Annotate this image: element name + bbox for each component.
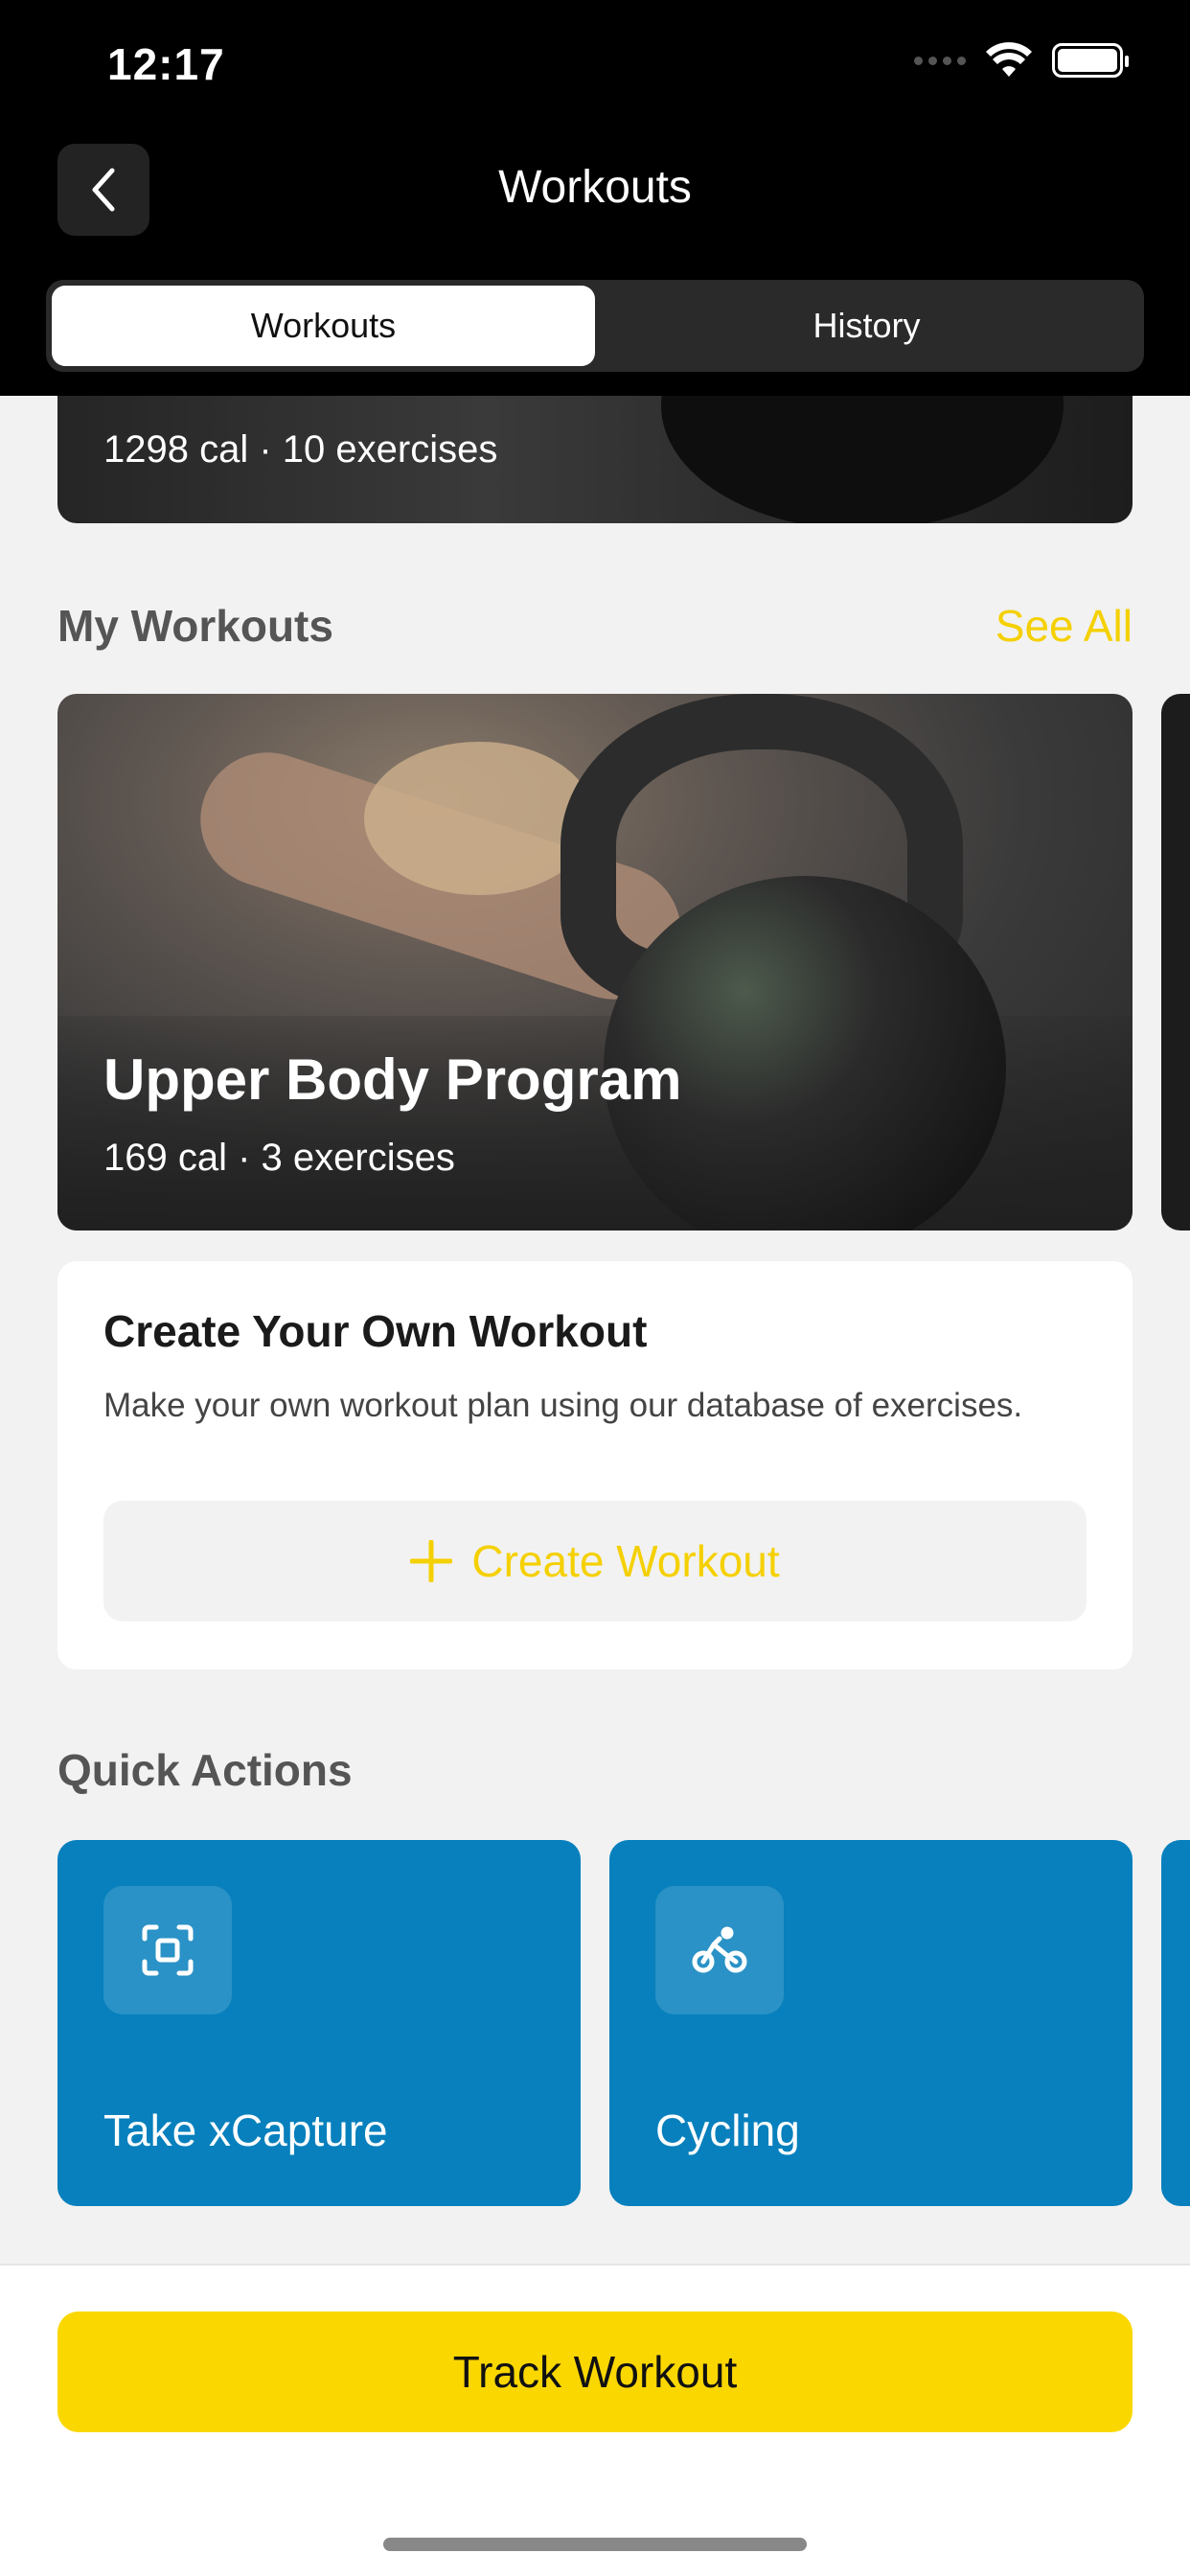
quick-action-label: Take xCapture [103,2105,388,2155]
bottom-bar: Track Workout [0,2264,1190,2576]
create-workout-label: Create Workout [471,1536,780,1586]
kettlebell-image [661,396,1064,523]
program-card[interactable]: Upper Body Program 169 cal · 3 exercises [57,694,1133,1230]
signal-icon [914,56,966,65]
tab-history[interactable]: History [595,286,1138,366]
quick-action-cycling[interactable]: Cycling [609,1840,1133,2206]
tab-workouts[interactable]: Workouts [52,286,595,366]
photo-person-hair [364,742,594,895]
my-workouts-title: My Workouts [57,601,333,651]
program-title: Upper Body Program [103,1047,682,1112]
scan-icon [103,1886,232,2014]
next-program-card[interactable] [1161,694,1190,1230]
next-quick-action-card[interactable] [1161,1840,1190,2206]
program-meta: 169 cal · 3 exercises [103,1137,455,1179]
see-all-link[interactable]: See All [995,600,1133,652]
featured-workout-card[interactable]: 1298 cal · 10 exercises [57,396,1133,523]
status-time: 12:17 [107,39,225,89]
bicycle-icon [655,1886,784,2014]
create-workout-button[interactable]: Create Workout [103,1501,1087,1622]
header: 12:17 Workouts Workouts History [0,0,1190,396]
quick-actions-title: Quick Actions [57,1745,353,1795]
segmented-control: Workouts History [46,280,1144,372]
page-title: Workouts [498,162,692,213]
battery-icon [1052,43,1129,78]
track-workout-button[interactable]: Track Workout [57,2312,1133,2432]
quick-action-label: Cycling [655,2105,800,2155]
plus-icon [410,1540,453,1582]
home-indicator [383,2538,807,2551]
create-workout-card: Create Your Own Workout Make your own wo… [57,1261,1133,1669]
featured-workout-meta: 1298 cal · 10 exercises [103,428,498,471]
status-icons [914,42,1129,79]
quick-action-xcapture[interactable]: Take xCapture [57,1840,581,2206]
create-card-description: Make your own workout plan using our dat… [103,1387,1023,1424]
wifi-icon [986,42,1032,77]
create-card-title: Create Your Own Workout [103,1306,648,1356]
